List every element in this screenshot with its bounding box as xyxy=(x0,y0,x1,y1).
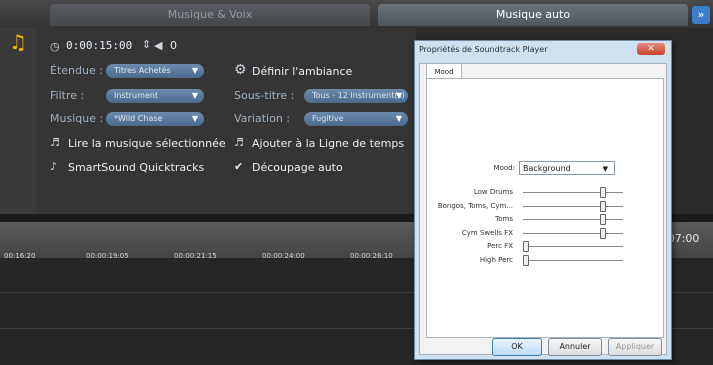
define-ambience-link[interactable]: Définir l'ambiance xyxy=(252,65,352,78)
slider-label: Cym Swells FX xyxy=(461,228,513,237)
music-select[interactable]: *Wild Chase ▼ xyxy=(106,112,204,126)
mood-select[interactable]: Background ▼ xyxy=(519,161,615,175)
auto-cut-label: Découpage auto xyxy=(252,161,343,174)
add-timeline-icon: ♬ xyxy=(234,136,244,149)
left-strip xyxy=(0,28,36,218)
scope-select[interactable]: Titres Achetés ▼ xyxy=(106,64,204,78)
slider-label: High Perc xyxy=(479,255,513,264)
tab-auto-music[interactable]: Musique auto xyxy=(378,4,688,26)
mood-label: Mood: xyxy=(493,164,515,172)
mood-slider-knob[interactable] xyxy=(523,241,529,252)
mood-slider-knob[interactable] xyxy=(599,187,606,198)
double-chevron-icon[interactable]: » xyxy=(692,6,710,24)
slider-label: Low Drums xyxy=(473,188,513,196)
mood-slider-knob[interactable] xyxy=(599,214,606,225)
mood-slider-track[interactable] xyxy=(523,259,623,261)
ok-button[interactable]: OK xyxy=(492,338,542,356)
chevron-down-icon: ▼ xyxy=(395,91,402,100)
slider-label: Perc FX xyxy=(487,242,513,250)
chevron-down-icon: ▼ xyxy=(191,114,198,123)
dialog-body: Mood Mood: Background ▼ Low Drums Bongos,… xyxy=(419,63,667,356)
mood-slider-track[interactable] xyxy=(523,192,623,193)
chevron-down-icon: ▼ xyxy=(191,91,198,100)
dialog-title: Propriétés de Soundtrack Player xyxy=(419,45,548,54)
mood-slider-knob[interactable] xyxy=(523,254,529,266)
subtitle-label: Sous-titre : xyxy=(234,89,295,102)
duration-field[interactable]: 0:00:15:00 xyxy=(66,39,132,52)
add-to-timeline-button[interactable]: Ajouter à la Ligne de temps xyxy=(252,137,404,150)
filter-label: Filtre : xyxy=(50,89,85,102)
volume-field[interactable]: 0 xyxy=(170,39,177,52)
chevron-down-icon: ▼ xyxy=(602,165,608,173)
gear-icon[interactable]: ⚙ xyxy=(234,62,247,78)
close-icon[interactable]: ✕ xyxy=(637,43,665,55)
auto-music-panel: ◷ 0:00:15:00 ⇕ ◀ 0 Étendue : Titres Ache… xyxy=(36,28,416,218)
mood-page: Mood: Background ▼ Low Drums Bongos, Toms… xyxy=(426,78,664,338)
mood-value: Background xyxy=(523,164,571,173)
variation-select[interactable]: Fugitive ▼ xyxy=(304,112,408,126)
mood-slider-track[interactable] xyxy=(523,219,623,220)
chevron-down-icon: ▼ xyxy=(191,66,198,75)
spin-icon[interactable]: ⇕ xyxy=(142,38,151,51)
apply-button[interactable]: Appliquer xyxy=(608,338,662,356)
clock-icon: ◷ xyxy=(50,40,60,53)
scope-label: Étendue : xyxy=(50,64,103,77)
variation-value: Fugitive xyxy=(312,114,344,123)
tab-voice-music[interactable]: Musique & Voix xyxy=(50,4,370,26)
mood-slider-track[interactable] xyxy=(523,232,623,234)
music-label: Musique : xyxy=(50,112,104,125)
soundtrack-properties-dialog: Propriétés de Soundtrack Player ✕ Mood M… xyxy=(414,40,672,360)
smartsound-button[interactable]: SmartSound Quicktracks xyxy=(68,161,204,174)
scope-value: Titres Achetés xyxy=(114,66,171,75)
filter-select[interactable]: Instrument ▼ xyxy=(106,89,204,103)
music-value: *Wild Chase xyxy=(114,114,163,123)
slider-label: Bongos, Toms, Cym... xyxy=(437,201,513,210)
mood-slider-track[interactable] xyxy=(523,205,623,207)
play-music-icon: ♬ xyxy=(50,136,60,149)
subtitle-select[interactable]: Tous - 12 Instrument(s) ▼ xyxy=(304,89,408,103)
mood-slider-knob[interactable] xyxy=(599,227,606,239)
mood-slider-knob[interactable] xyxy=(599,200,606,212)
cancel-button[interactable]: Annuler xyxy=(548,338,602,356)
variation-label: Variation : xyxy=(234,112,291,125)
filter-value: Instrument xyxy=(114,91,159,100)
subtitle-value: Tous - 12 Instrument(s) xyxy=(312,91,405,100)
smartsound-icon: ♪ xyxy=(50,160,58,173)
chevron-down-icon: ▼ xyxy=(395,114,402,123)
speaker-icon: ◀ xyxy=(154,39,163,52)
slider-label: Toms xyxy=(495,215,513,223)
checkmark-icon[interactable]: ✔ xyxy=(234,160,243,173)
music-note-icon: ♫ xyxy=(9,30,27,54)
play-selected-button[interactable]: Lire la musique sélectionnée xyxy=(68,137,226,150)
mood-slider-track[interactable] xyxy=(523,246,623,247)
